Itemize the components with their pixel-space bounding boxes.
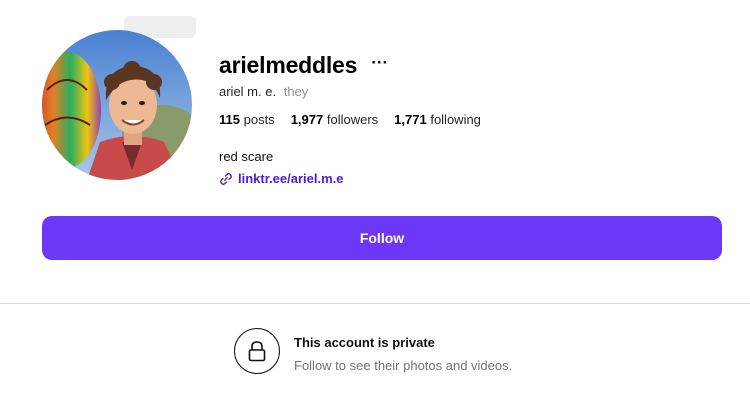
link-icon xyxy=(220,172,232,185)
following-label: following xyxy=(430,112,481,127)
following-count: 1,771 xyxy=(394,112,427,127)
bio-link-text: linktr.ee/ariel.m.e xyxy=(238,171,344,186)
followers-label: followers xyxy=(326,112,379,127)
bio-link[interactable]: linktr.ee/ariel.m.e xyxy=(219,171,719,186)
profile-page: arielmeddles ··· ariel m. e. they 115 po… xyxy=(0,0,750,418)
posts-label: posts xyxy=(243,112,275,127)
username-row: arielmeddles ··· xyxy=(219,48,719,82)
name-line: ariel m. e. they xyxy=(219,84,719,99)
private-title: This account is private xyxy=(294,335,435,350)
section-divider xyxy=(0,303,750,304)
profile-info: arielmeddles ··· ariel m. e. they 115 po… xyxy=(219,48,719,187)
lock-icon xyxy=(248,341,266,362)
follow-button[interactable]: Follow xyxy=(42,216,722,260)
ellipsis-icon[interactable]: ··· xyxy=(371,54,388,71)
profile-stats: 115 posts 1,977 followers 1,771 followin… xyxy=(219,112,719,127)
full-name: ariel m. e. xyxy=(219,84,277,99)
lock-badge xyxy=(234,328,280,374)
followers-stat[interactable]: 1,977 followers xyxy=(291,112,378,127)
posts-count: 115 xyxy=(219,112,240,127)
avatar-image xyxy=(42,30,192,180)
bio: red scare xyxy=(219,149,274,164)
pronouns: they xyxy=(283,84,309,99)
following-stat[interactable]: 1,771 following xyxy=(394,112,481,127)
avatar[interactable] xyxy=(42,30,192,180)
username: arielmeddles xyxy=(219,51,358,78)
private-subtitle: Follow to see their photos and videos. xyxy=(294,358,513,373)
followers-count: 1,977 xyxy=(290,112,324,127)
posts-stat: 115 posts xyxy=(219,112,275,127)
